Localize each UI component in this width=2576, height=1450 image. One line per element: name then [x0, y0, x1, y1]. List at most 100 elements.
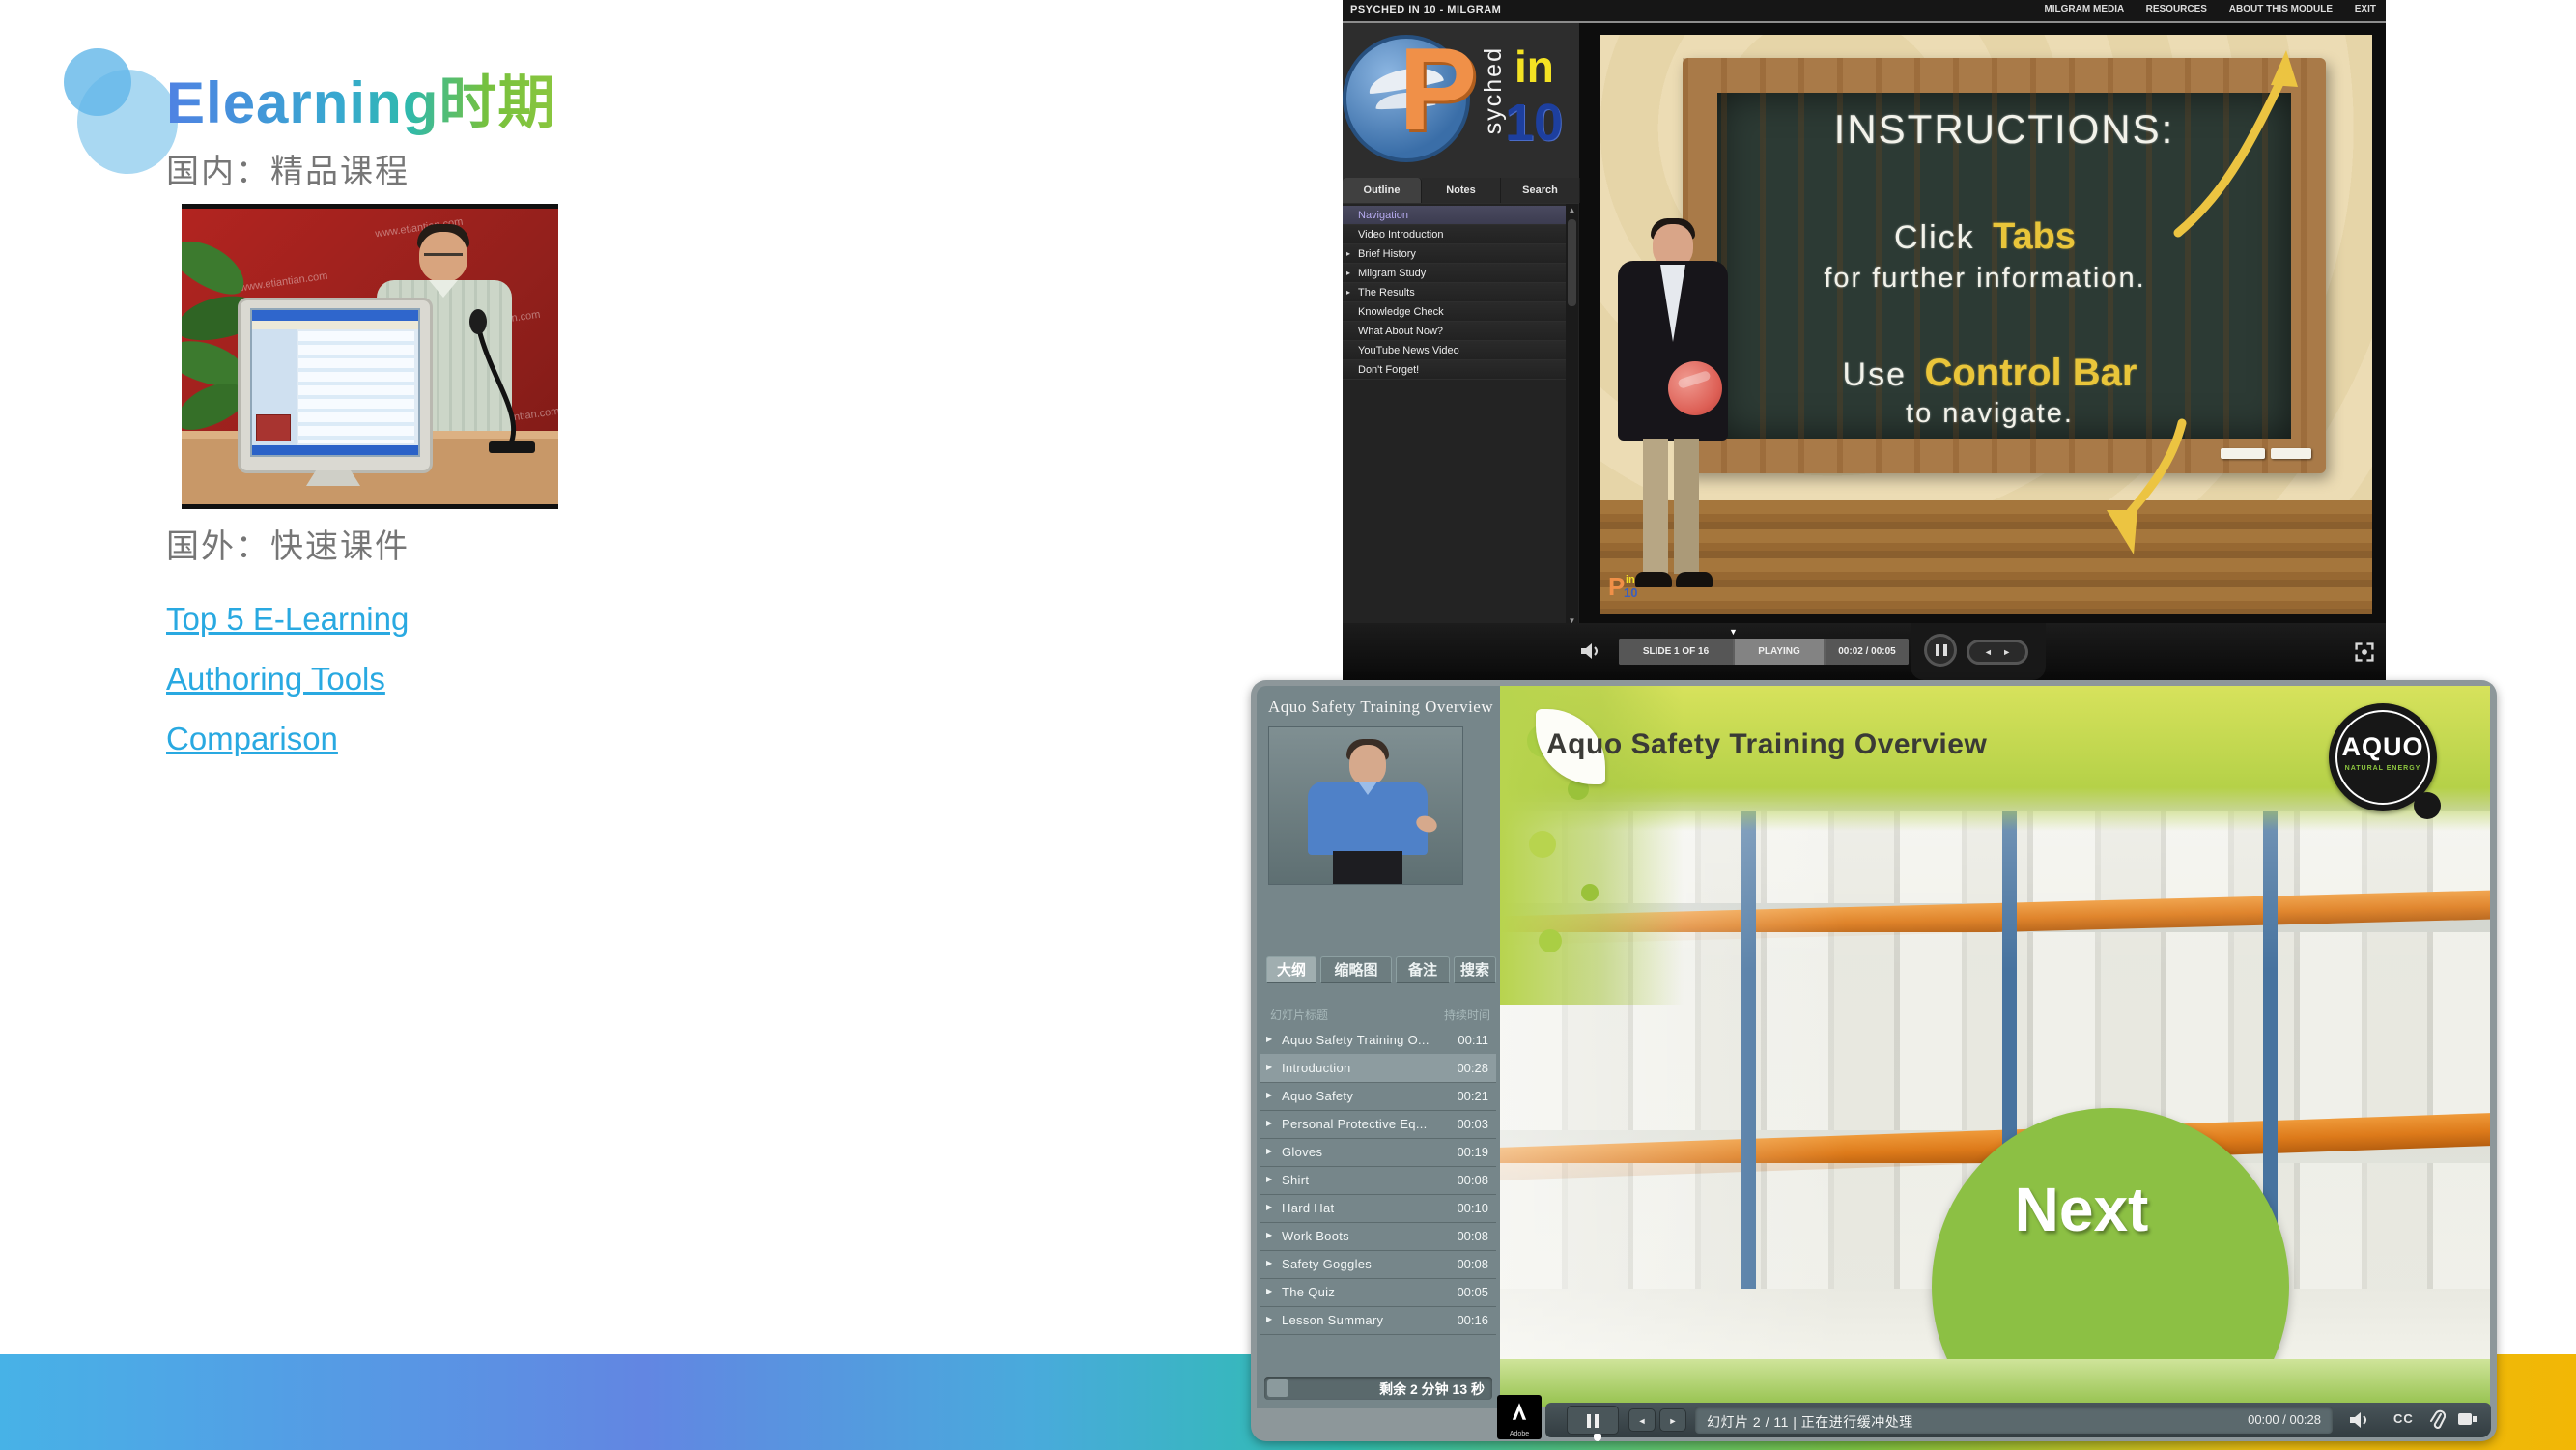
aquo-list-item[interactable]: ▶ The Quiz 00:05: [1260, 1278, 1496, 1307]
expand-arrow-icon: ▸: [1346, 283, 1350, 302]
menu-about-module[interactable]: ABOUT THIS MODULE: [2229, 4, 2333, 14]
nav-item-knowledge-check[interactable]: Knowledge Check: [1343, 302, 1566, 322]
microphone-icon: [452, 300, 539, 455]
slide-canvas: Elearning时期 国内：精品课程 www.etiantian.com ww…: [0, 0, 2576, 1450]
seek-marker[interactable]: [1594, 1434, 1601, 1441]
bullet-icon: ▶: [1266, 1175, 1272, 1183]
screen-content: [298, 331, 414, 443]
aquo-list-item-active[interactable]: ▶ Introduction 00:28: [1260, 1054, 1496, 1083]
label-domestic: 国内：精品课程: [166, 145, 410, 192]
tab-outline[interactable]: Outline: [1343, 178, 1422, 203]
aquo-tab-outline[interactable]: 大纲: [1266, 956, 1316, 983]
nav-item-navigation[interactable]: Navigation: [1343, 206, 1566, 225]
bullet-icon: ▶: [1266, 1203, 1272, 1211]
step-next-icon[interactable]: ►: [2002, 647, 2011, 657]
screen-taskbar: [252, 445, 418, 455]
decor-bubble-small-icon: [64, 48, 131, 116]
nav-item-youtube-news-video[interactable]: YouTube News Video: [1343, 341, 1566, 360]
aquo-prev-button[interactable]: ◄: [1628, 1408, 1656, 1432]
aquo-list-item[interactable]: ▶ Shirt 00:08: [1260, 1166, 1496, 1195]
aquo-list-item[interactable]: ▶ Hard Hat 00:10: [1260, 1194, 1496, 1223]
nav-item-brief-history[interactable]: ▸Brief History: [1343, 244, 1566, 264]
aquo-next-button[interactable]: ►: [1659, 1408, 1686, 1432]
watermark-text: www.etiantian.com: [240, 270, 328, 295]
adobe-label: Adobe: [1497, 1431, 1542, 1437]
bullet-icon: ▶: [1266, 1259, 1272, 1267]
menu-exit[interactable]: EXIT: [2355, 4, 2376, 14]
bullet-icon: ▶: [1266, 1063, 1272, 1071]
scroll-up-icon[interactable]: ▲: [1566, 204, 1578, 217]
seek-caret-icon[interactable]: ▼: [1729, 627, 1738, 637]
step-prev-icon[interactable]: ◄: [1984, 647, 1993, 657]
pause-bar-icon: [1936, 644, 1939, 656]
aquo-list-item[interactable]: ▶ Aquo Safety 00:21: [1260, 1082, 1496, 1111]
step-buttons[interactable]: ◄ ►: [1967, 640, 2028, 665]
aquo-list-item[interactable]: ▶ Safety Goggles 00:08: [1260, 1250, 1496, 1279]
menu-milgram-media[interactable]: MILGRAM MEDIA: [2044, 4, 2123, 14]
expand-arrow-icon: ▸: [1346, 264, 1350, 283]
aquo-tab-label: 备注: [1408, 962, 1437, 979]
bullet-icon: ▶: [1266, 1035, 1272, 1043]
pause-button[interactable]: [1924, 634, 1957, 667]
step-prev-icon: ◄: [1638, 1416, 1647, 1426]
link-top5-elearning[interactable]: Top 5 E-Learning: [166, 601, 610, 638]
page-title: Elearning时期: [166, 56, 556, 140]
fullscreen-icon[interactable]: [2353, 640, 2376, 664]
psyched-logo: P syched in 10: [1343, 23, 1579, 178]
psyched-logo-syched: syched: [1480, 46, 1508, 134]
item-duration: 00:08: [1457, 1229, 1488, 1243]
aquo-sidebar-title: Aquo Safety Training Overview: [1268, 697, 1493, 717]
nav-label: Navigation: [1358, 210, 1408, 221]
presenter-view-icon[interactable]: [2457, 1411, 2478, 1429]
item-title: Work Boots: [1282, 1229, 1349, 1243]
remaining-time-track: 剩余 2 分钟 13 秒: [1264, 1377, 1492, 1400]
aquo-list-item[interactable]: ▶ Lesson Summary 00:16: [1260, 1306, 1496, 1335]
tab-notes[interactable]: Notes: [1422, 178, 1501, 203]
label-foreign: 国外：快速课件: [166, 520, 410, 567]
link-comparison[interactable]: Comparison: [166, 721, 610, 757]
pause-bar-icon: [1587, 1414, 1591, 1428]
aquo-tab-search[interactable]: 搜索: [1454, 956, 1496, 983]
aquo-sidebar: Aquo Safety Training Overview 大纲 缩略图 备注 …: [1257, 686, 1500, 1408]
nav-item-the-results[interactable]: ▸ The Results: [1343, 283, 1566, 302]
nav-label: What About Now?: [1358, 326, 1443, 337]
aquo-volume-icon[interactable]: [2349, 1411, 2370, 1429]
psyched-logo-p: P: [1399, 23, 1477, 156]
adobe-logo-icon: [1509, 1400, 1530, 1423]
aquo-tab-notes[interactable]: 备注: [1396, 956, 1450, 983]
bullet-icon: ▶: [1266, 1147, 1272, 1155]
aquo-logo-name: AQUO: [2329, 732, 2437, 762]
aquo-tab-label: 缩略图: [1334, 962, 1377, 979]
scrollbar-thumb[interactable]: [1568, 219, 1576, 306]
nav-item-video-introduction[interactable]: Video Introduction: [1343, 225, 1566, 244]
aquo-list-item[interactable]: ▶ Personal Protective Eq... 00:03: [1260, 1110, 1496, 1139]
remaining-time-thumb[interactable]: [1267, 1379, 1288, 1397]
nav-item-dont-forget[interactable]: Don't Forget!: [1343, 360, 1566, 380]
aquo-tab-thumbnails[interactable]: 缩略图: [1320, 956, 1392, 983]
transport-cluster: ◄ ►: [1911, 623, 2046, 680]
monitor-stand: [306, 470, 360, 486]
item-title: The Quiz: [1282, 1285, 1335, 1299]
volume-icon[interactable]: [1580, 642, 1601, 660]
item-duration: 00:21: [1457, 1089, 1488, 1103]
aquo-pause-button[interactable]: [1567, 1406, 1619, 1435]
cc-button[interactable]: CC: [2393, 1411, 2414, 1426]
bullet-icon: ▶: [1266, 1315, 1272, 1323]
playback-time: 00:02 / 00:05: [1826, 639, 1909, 665]
aquo-presenter-video[interactable]: [1268, 726, 1463, 885]
nav-label: The Results: [1358, 287, 1415, 299]
psyched-mini-logo: P in 10: [1608, 572, 1666, 611]
menu-resources[interactable]: RESOURCES: [2146, 4, 2207, 14]
aquo-list-item[interactable]: ▶ Work Boots 00:08: [1260, 1222, 1496, 1251]
nav-item-milgram-study[interactable]: ▸Milgram Study: [1343, 264, 1566, 283]
nav-scrollbar[interactable]: ▲ ▼: [1566, 204, 1578, 628]
item-duration: 00:16: [1457, 1313, 1488, 1327]
tab-search[interactable]: Search: [1501, 178, 1580, 203]
bullet-icon: ▶: [1266, 1287, 1272, 1295]
aquo-list-item[interactable]: ▶ Gloves 00:19: [1260, 1138, 1496, 1167]
attachment-icon[interactable]: [2428, 1409, 2446, 1431]
aquo-list-item[interactable]: ▶ Aquo Safety Training O... 00:11: [1260, 1026, 1496, 1055]
nav-item-what-about-now[interactable]: What About Now?: [1343, 322, 1566, 341]
aquo-presenter-pants: [1333, 851, 1402, 884]
link-authoring-tools[interactable]: Authoring Tools: [166, 661, 610, 697]
